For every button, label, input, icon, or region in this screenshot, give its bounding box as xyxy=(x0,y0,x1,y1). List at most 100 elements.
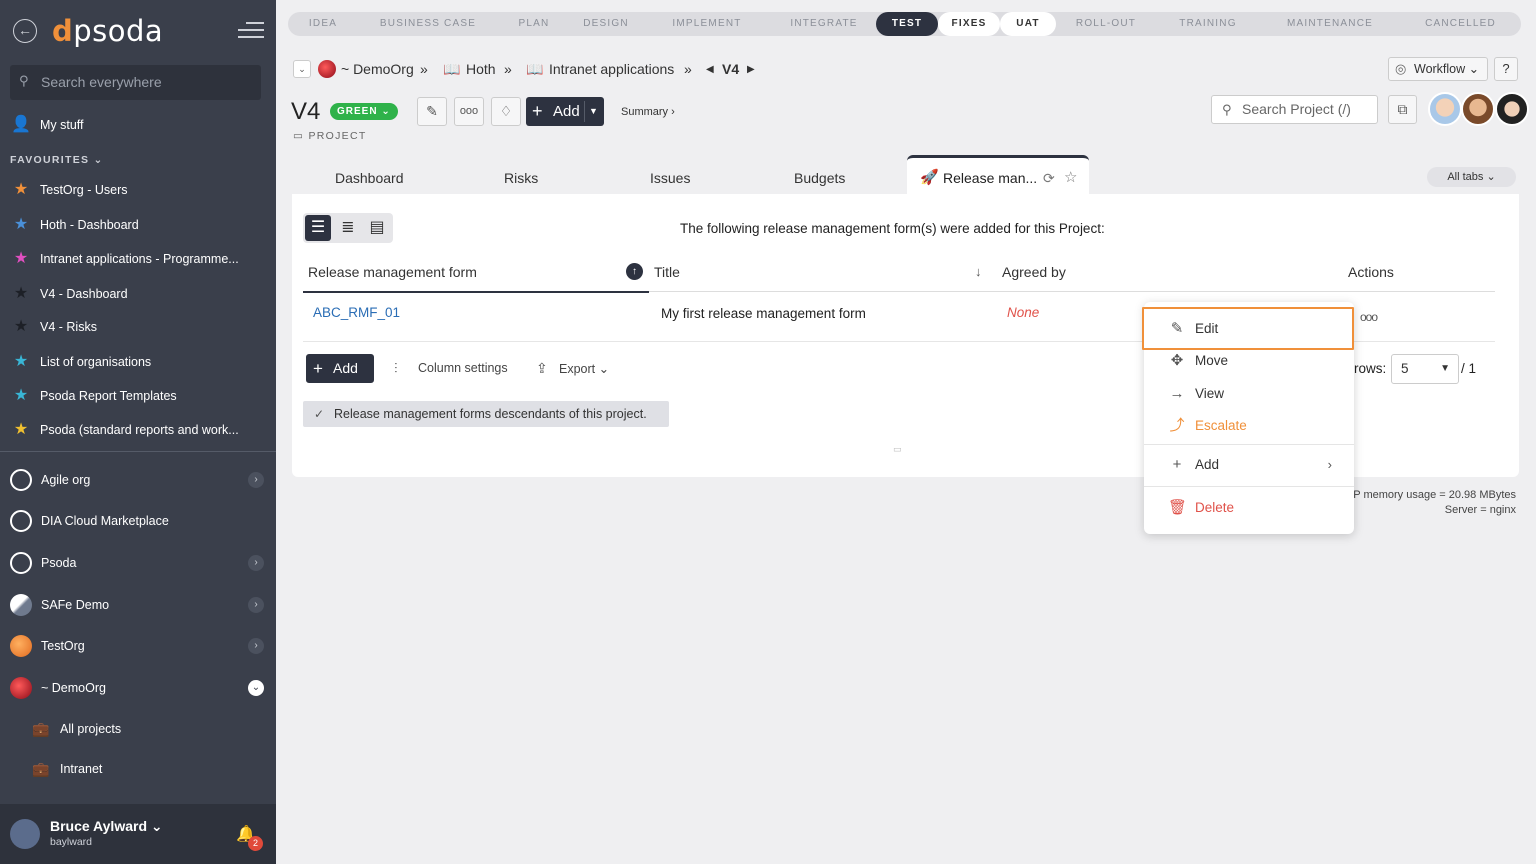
collapse-menu-icon[interactable] xyxy=(238,22,264,40)
export-button[interactable]: ⇪ Export ⌄ xyxy=(536,360,609,376)
psoda-logo[interactable]: dpsodapsoda xyxy=(52,14,163,48)
favourite-item[interactable]: ★ Hoth - Dashboard xyxy=(0,210,276,240)
favourite-item[interactable]: ★ Psoda Report Templates xyxy=(0,381,276,411)
breadcrumb-toggle[interactable]: ⌄ xyxy=(293,60,311,78)
tag-button[interactable]: ♢ xyxy=(491,97,521,126)
help-button[interactable]: ? xyxy=(1494,57,1518,81)
column-header-form[interactable]: Release management form xyxy=(308,264,477,280)
stage-training[interactable]: TRAINING xyxy=(1156,12,1260,36)
rows-per-page-select[interactable]: 5 ▼ xyxy=(1391,354,1459,384)
sort-down-icon[interactable]: ↓ xyxy=(975,264,982,279)
all-tabs-button[interactable]: All tabs ⌄ xyxy=(1427,167,1516,187)
sidebar-search-input[interactable]: ⚲ Search everywhere xyxy=(10,65,261,100)
refresh-icon[interactable]: ⟳ xyxy=(1043,158,1055,198)
avatar[interactable] xyxy=(1495,92,1529,126)
stage-cancelled[interactable]: CANCELLED xyxy=(1400,12,1521,36)
prev-icon[interactable]: ◀ xyxy=(706,64,714,75)
breadcrumb-org[interactable]: ~ DemoOrg xyxy=(341,61,414,77)
user-panel[interactable]: Bruce Aylward ⌄ baylward 🔔 2 xyxy=(0,804,276,864)
summary-link[interactable]: Summary › xyxy=(621,106,675,118)
intro-text: The following release management form(s)… xyxy=(680,221,1105,236)
chevron-right-icon[interactable]: › xyxy=(248,597,264,613)
row-actions-icon[interactable]: ooo xyxy=(1360,310,1378,324)
plus-icon: + xyxy=(532,101,543,121)
compass-icon xyxy=(10,552,32,574)
chevron-right-icon[interactable]: › xyxy=(248,555,264,571)
stage-implement[interactable]: IMPLEMENT xyxy=(642,12,772,36)
column-header-agreed-by[interactable]: Agreed by xyxy=(1002,264,1066,280)
resize-grip-icon[interactable]: ▭ xyxy=(893,444,902,455)
sort-up-icon[interactable]: ↑ xyxy=(626,263,643,280)
dense-view-icon[interactable]: ▤ xyxy=(364,215,390,241)
favourite-item[interactable]: ★ V4 - Dashboard xyxy=(0,279,276,309)
star-icon[interactable]: ☆ xyxy=(1064,158,1077,198)
menu-item-delete[interactable]: 🗑 Delete xyxy=(1144,492,1354,524)
favourites-header[interactable]: FAVOURITES ⌄ xyxy=(10,154,104,166)
favourite-item[interactable]: ★ List of organisations xyxy=(0,347,276,377)
org-item-psoda[interactable]: Psoda › xyxy=(0,546,276,580)
status-badge[interactable]: GREEN ⌄ xyxy=(330,103,398,120)
org-item-demoorg[interactable]: ~ DemoOrg ⌄ xyxy=(0,671,276,705)
avatar[interactable] xyxy=(1461,92,1495,126)
breadcrumb-portfolio[interactable]: Intranet applications xyxy=(549,61,674,77)
chevron-right-icon[interactable]: › xyxy=(248,472,264,488)
stage-roll-out[interactable]: ROLL-OUT xyxy=(1056,12,1156,36)
breadcrumb-sep: » xyxy=(684,61,692,77)
sidebar-item-intranet[interactable]: 💼 Intranet xyxy=(0,754,276,784)
tab-budgets[interactable]: Budgets xyxy=(794,162,845,194)
tab-risks[interactable]: Risks xyxy=(504,162,538,194)
column-settings-button[interactable]: ⫶ Column settings xyxy=(394,360,508,376)
more-button[interactable]: ooo xyxy=(454,97,484,126)
compact-view-icon[interactable]: ≣ xyxy=(335,215,361,241)
menu-item-view[interactable]: → View xyxy=(1144,378,1354,410)
org-item-dia-cloud[interactable]: DIA Cloud Marketplace xyxy=(0,504,276,538)
tab-dashboard[interactable]: Dashboard xyxy=(335,162,404,194)
chevron-down-icon[interactable]: ▼ xyxy=(589,97,598,126)
search-icon: ⚲ xyxy=(1222,102,1232,117)
form-link[interactable]: ABC_RMF_01 xyxy=(313,305,400,320)
org-logo-icon xyxy=(10,635,32,657)
stage-integrate[interactable]: INTEGRATE xyxy=(772,12,876,36)
org-item-testorg[interactable]: TestOrg › xyxy=(0,629,276,663)
sidebar-my-stuff[interactable]: 👤 My stuff xyxy=(0,110,276,140)
org-item-agile-org[interactable]: Agile org › xyxy=(0,463,276,497)
stage-plan[interactable]: PLAN xyxy=(498,12,570,36)
search-project-input[interactable]: ⚲ Search Project (/) xyxy=(1211,95,1378,124)
sidebar-item-all-projects[interactable]: 💼 All projects xyxy=(0,714,276,744)
edit-button[interactable]: ✎ xyxy=(417,97,447,126)
breadcrumb-project[interactable]: V4 xyxy=(722,61,739,77)
list-view-icon[interactable]: ☰ xyxy=(305,215,331,241)
table-add-button[interactable]: + Add xyxy=(306,354,374,383)
favourite-item[interactable]: ★ V4 - Risks xyxy=(0,312,276,342)
tab-issues[interactable]: Issues xyxy=(650,162,690,194)
portfolio-icon: 📖 xyxy=(526,61,544,77)
stage-maintenance[interactable]: MAINTENANCE xyxy=(1260,12,1400,36)
favourite-item[interactable]: ★ TestOrg - Users xyxy=(0,175,276,205)
tag-icon: ♢ xyxy=(499,103,513,119)
favourite-item[interactable]: ★ Intranet applications - Programme... xyxy=(0,244,276,274)
stage-test[interactable]: TEST xyxy=(876,12,938,36)
stage-idea[interactable]: IDEA xyxy=(288,12,358,36)
avatar[interactable] xyxy=(1428,92,1462,126)
menu-item-add[interactable]: + Add › xyxy=(1144,449,1354,481)
add-button[interactable]: + Add ▼ xyxy=(526,97,604,126)
next-icon[interactable]: ▶ xyxy=(747,64,755,75)
org-item-safe-demo[interactable]: SAFe Demo › xyxy=(0,588,276,622)
stage-fixes[interactable]: FIXES xyxy=(938,12,1000,36)
chevron-down-icon[interactable]: ⌄ xyxy=(248,680,264,696)
stage-business-case[interactable]: BUSINESS CASE xyxy=(358,12,498,36)
user-name[interactable]: Bruce Aylward ⌄ xyxy=(50,818,163,835)
chevron-right-icon[interactable]: › xyxy=(248,638,264,654)
stage-design[interactable]: DESIGN xyxy=(570,12,642,36)
favourite-item[interactable]: ★ Psoda (standard reports and work... xyxy=(0,415,276,445)
descendants-filter[interactable]: ✓ Release management forms descendants o… xyxy=(303,401,669,427)
back-icon[interactable]: ← xyxy=(13,19,37,43)
menu-item-escalate[interactable]: ⤴ Escalate xyxy=(1144,410,1354,442)
avatar[interactable] xyxy=(10,819,40,849)
column-header-title[interactable]: Title xyxy=(654,264,680,280)
tab-release-management[interactable]: 🚀 Release man... ⟳ ☆ xyxy=(907,155,1089,195)
share-button[interactable]: ⧉ xyxy=(1388,95,1417,124)
workflow-button[interactable]: ◎ Workflow ⌄ xyxy=(1388,57,1488,81)
breadcrumb-programme[interactable]: Hoth xyxy=(466,61,496,77)
stage-uat[interactable]: UAT xyxy=(1000,12,1056,36)
